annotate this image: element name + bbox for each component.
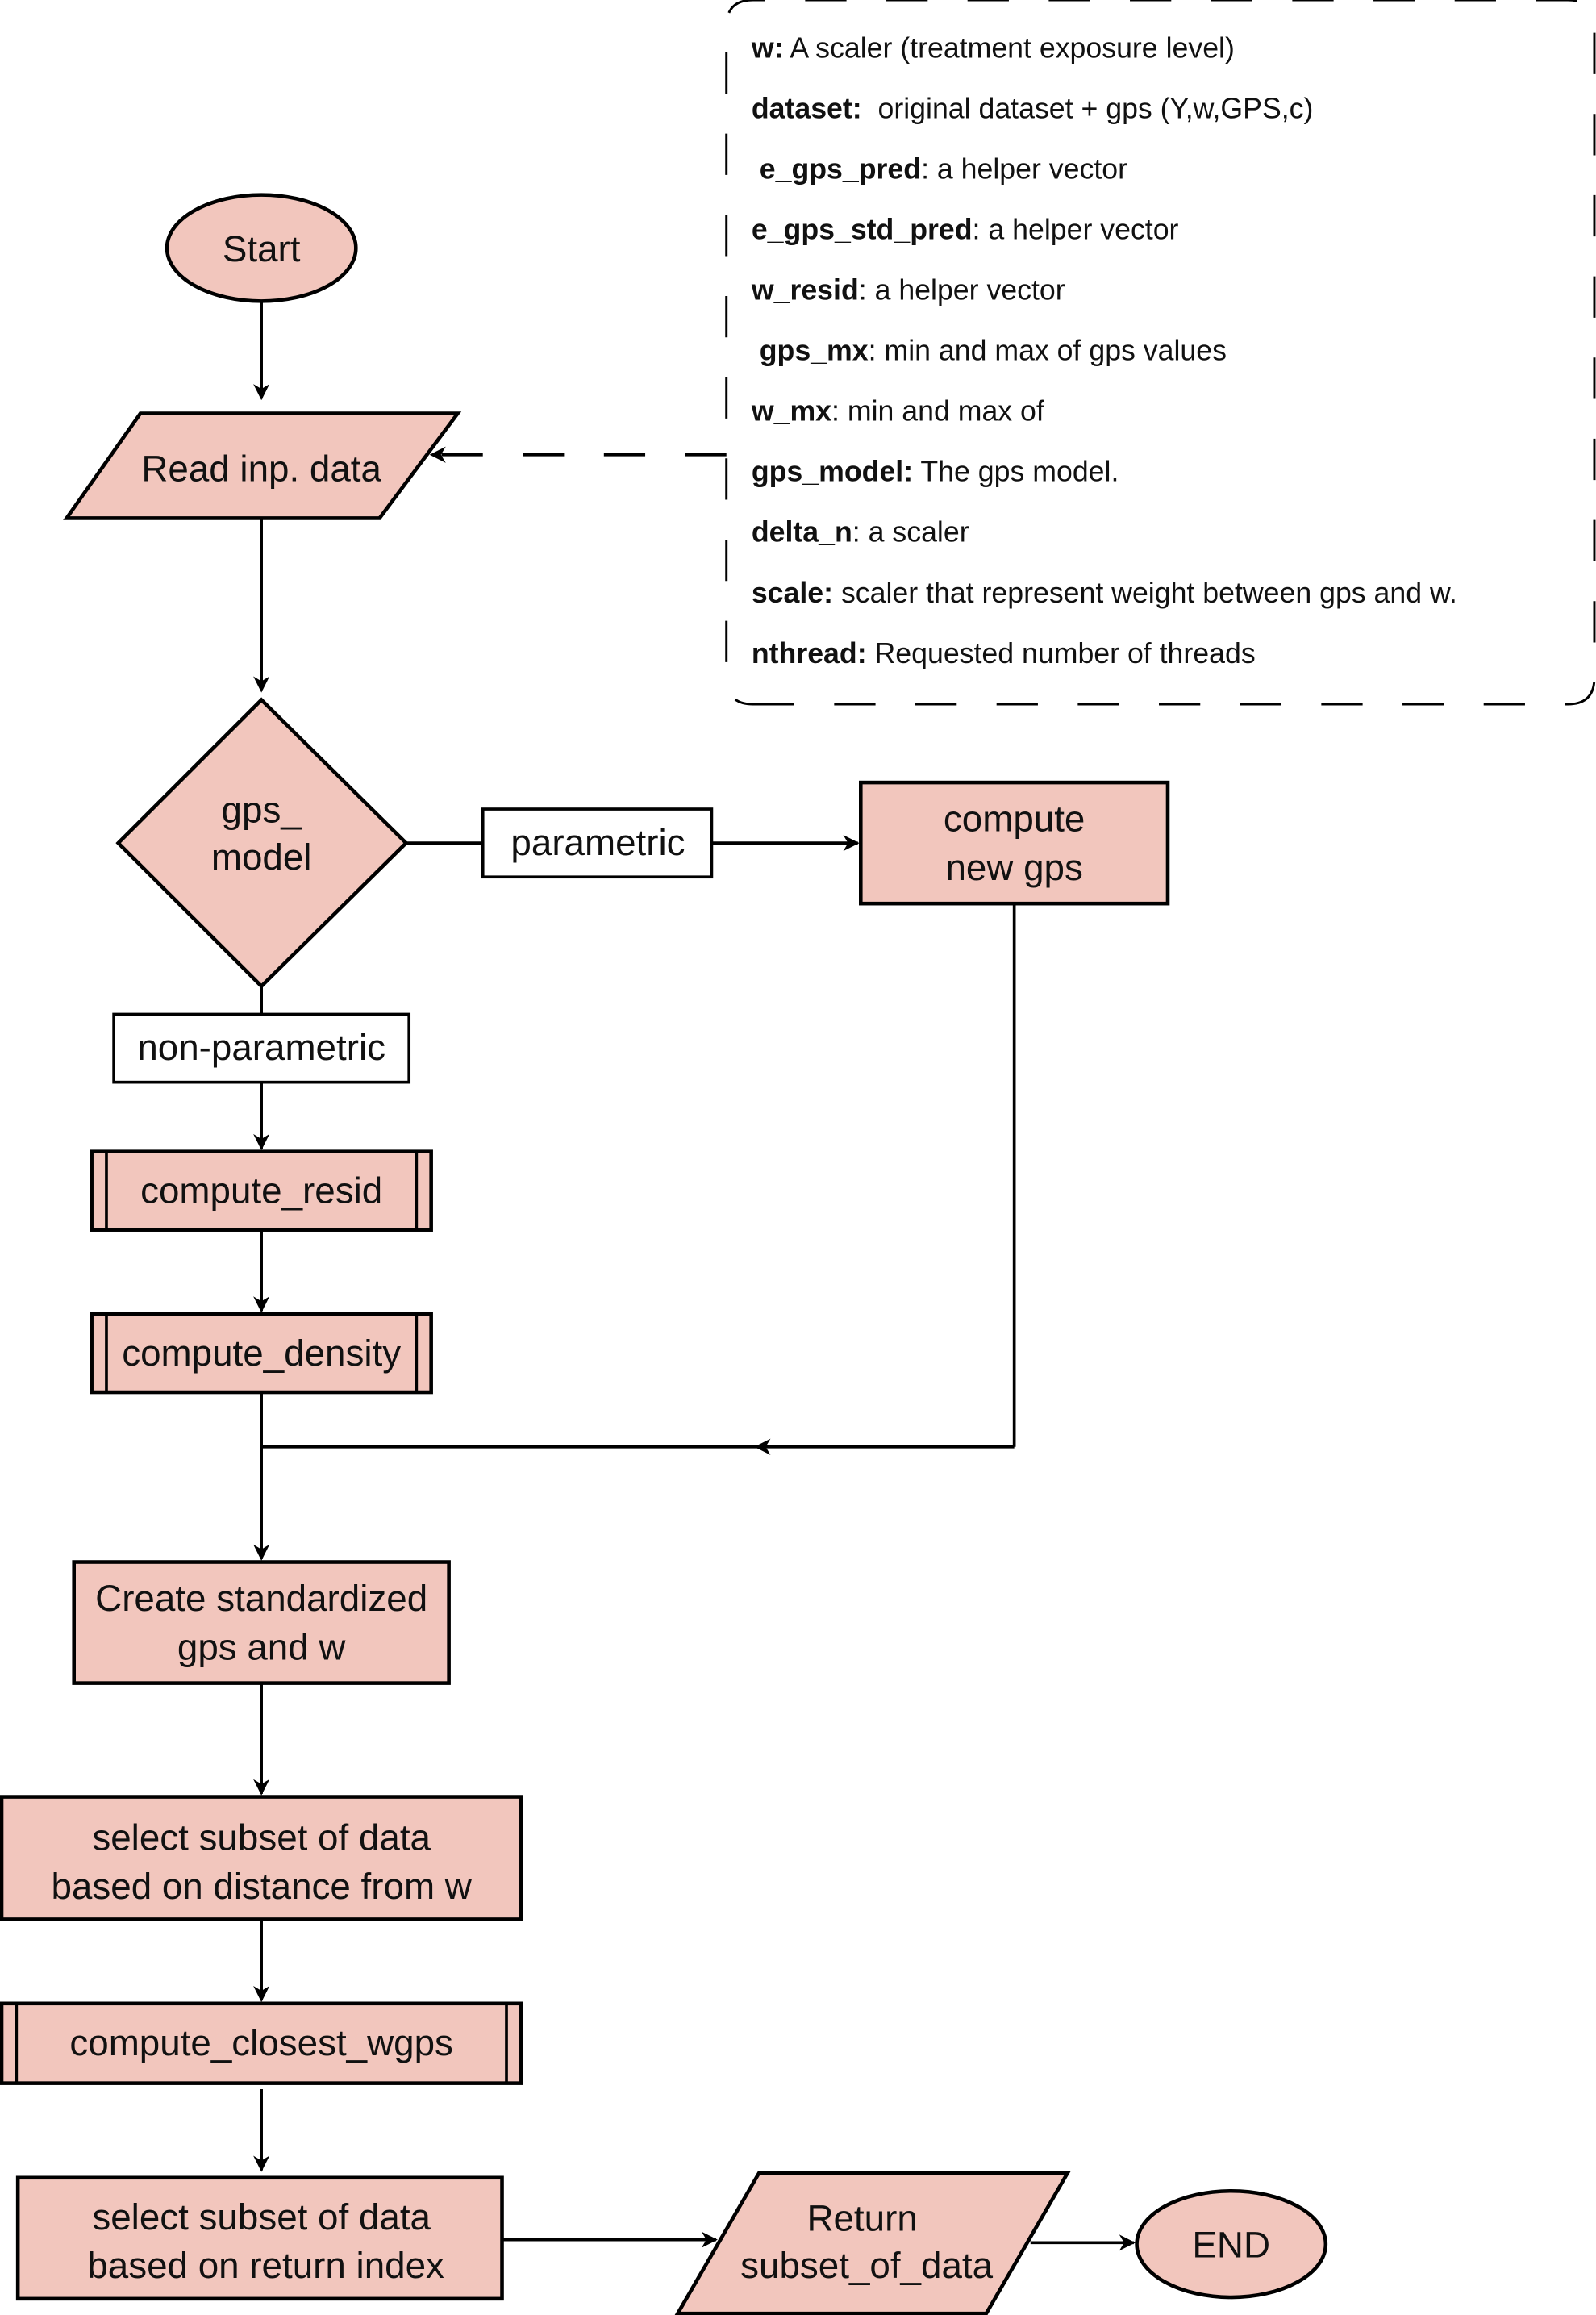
legend-item: nthread: Requested number of threads: [752, 637, 1256, 669]
legend-item: gps_model: The gps model.: [752, 456, 1119, 488]
select-distance-line1: select subset of data: [92, 1817, 431, 1858]
read-input-label: Read inp. data: [141, 448, 381, 490]
compute-resid-label: compute_resid: [140, 1170, 382, 1212]
start-label: Start: [223, 228, 301, 269]
select-distance-line2: based on distance from w: [52, 1866, 473, 1907]
legend-item: delta_n: a scaler: [752, 516, 969, 549]
legend-term: scale:: [752, 577, 833, 609]
compute-closest-wgps-label: compute_closest_wgps: [69, 2022, 453, 2063]
legend-description: : min and max of gps values: [869, 335, 1227, 367]
legend-term: e_gps_pred: [752, 152, 921, 185]
legend-item: w: A scaler (treatment exposure level): [751, 31, 1235, 64]
compute-new-gps-line1: compute: [944, 798, 1085, 839]
legend-description: : min and max of: [831, 395, 1044, 428]
decision-label-2: model: [211, 836, 312, 878]
legend-description: Requested number of threads: [867, 637, 1256, 669]
legend-box: w: A scaler (treatment exposure level) da…: [725, 0, 1596, 706]
compute-density-node: compute_density: [90, 1312, 433, 1395]
gps-model-decision: gps_ model: [115, 697, 409, 989]
compute-closest-wgps-node: compute_closest_wgps: [0, 2001, 523, 2085]
legend-item: e_gps_pred: a helper vector: [752, 152, 1127, 185]
legend-description: scaler that represent weight between gps…: [833, 577, 1457, 609]
return-line1: Return: [806, 2198, 917, 2239]
parametric-branch-label: parametric: [481, 807, 714, 879]
legend-description: : a helper vector: [859, 274, 1065, 307]
return-line2: subset_of_data: [740, 2245, 993, 2286]
legend-term: w:: [751, 31, 784, 64]
legend-description: A scaler (treatment exposure level): [783, 31, 1234, 64]
legend-item: dataset: original dataset + gps (Y,w,GPS…: [752, 92, 1314, 124]
legend-term: nthread:: [752, 637, 867, 669]
start-node: Start: [165, 193, 358, 303]
legend-item: w_mx: min and max of: [751, 395, 1044, 428]
flowchart-diagram: w: A scaler (treatment exposure level) da…: [0, 0, 1596, 2315]
create-standardized-line1: Create standardized: [95, 1578, 427, 1619]
legend-item: scale: scaler that represent weight betw…: [752, 577, 1457, 609]
legend-description: original dataset + gps (Y,w,GPS,c): [862, 92, 1314, 124]
compute-resid-node: compute_resid: [90, 1149, 433, 1232]
legend-description: : a scaler: [852, 516, 969, 549]
return-output-node: Return subset_of_data: [674, 2171, 1071, 2315]
create-standardized-node: Create standardized gps and w: [72, 1560, 451, 1685]
decision-label-1: gps_: [222, 790, 302, 831]
compute-density-label: compute_density: [122, 1333, 401, 1374]
create-standardized-line2: gps and w: [177, 1626, 347, 1667]
select-subset-index-node: select subset of data based on return in…: [15, 2175, 504, 2301]
legend-term: dataset:: [752, 92, 862, 124]
compute-new-gps-line2: new gps: [945, 847, 1082, 888]
end-node: END: [1135, 2188, 1328, 2300]
legend-term: delta_n: [752, 516, 852, 549]
end-label: END: [1192, 2225, 1270, 2266]
legend-term: gps_model:: [752, 456, 913, 488]
parametric-text: parametric: [510, 822, 685, 863]
nonparametric-text: non-parametric: [137, 1027, 385, 1068]
select-index-line2: based on return index: [87, 2245, 444, 2286]
legend-term: w_mx: [751, 395, 831, 428]
legend-description: : a helper vector: [973, 214, 1179, 246]
select-index-line1: select subset of data: [92, 2196, 431, 2238]
legend-description: : a helper vector: [921, 152, 1127, 185]
legend-item: e_gps_std_pred: a helper vector: [752, 214, 1179, 246]
compute-new-gps-node: compute new gps: [859, 780, 1170, 906]
read-input-node: Read inp. data: [63, 411, 462, 520]
legend-term: w_resid: [751, 274, 859, 307]
nonparametric-branch-label: non-parametric: [112, 1012, 411, 1084]
legend-item: w_resid: a helper vector: [751, 274, 1065, 307]
legend-term: e_gps_std_pred: [752, 214, 973, 246]
legend-item: gps_mx: min and max of gps values: [752, 335, 1227, 367]
legend-description: The gps model.: [913, 456, 1119, 488]
select-subset-distance-node: select subset of data based on distance …: [0, 1795, 523, 1921]
legend-term: gps_mx: [752, 335, 869, 367]
